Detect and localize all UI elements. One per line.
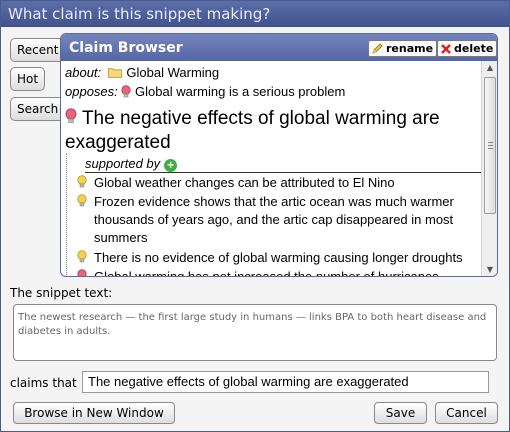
opposes-label: opposes:: [65, 84, 118, 99]
red-bulb-icon: [121, 85, 131, 98]
supporting-claim[interactable]: Global warming has not increased the num…: [77, 268, 479, 277]
supporting-claim-text: Frozen evidence shows that the artic oce…: [94, 194, 454, 245]
browse-new-window-button[interactable]: Browse in New Window: [13, 402, 175, 424]
about-topic-link[interactable]: Global Warming: [126, 65, 219, 80]
yellow-bulb-icon: [77, 194, 87, 207]
claims-that-label: claims that: [10, 376, 77, 390]
save-button[interactable]: Save: [374, 402, 427, 424]
claim-browser-panel: Claim Browser rename delete about: Globa…: [60, 33, 498, 277]
opposes-claim-link[interactable]: Global warming is a serious problem: [135, 84, 345, 99]
claim-browser-scrollbar[interactable]: ▲ ▼: [481, 61, 497, 276]
grip-icon: [488, 142, 493, 149]
supported-by-header: supported by +: [85, 156, 178, 172]
tab-recent[interactable]: Recent: [10, 38, 66, 62]
folder-icon: [107, 68, 122, 78]
rename-button[interactable]: rename: [368, 40, 438, 57]
supporting-claim[interactable]: There is no evidence of global warming c…: [77, 249, 479, 267]
rename-label: rename: [386, 42, 434, 55]
main-claim: The negative effects of global warming a…: [65, 107, 482, 155]
add-support-icon[interactable]: +: [164, 159, 178, 172]
claim-browser-title: Claim Browser: [69, 40, 183, 56]
red-bulb-icon: [77, 269, 87, 276]
claim-browser-content: about: Global Warming opposes: Global wa…: [61, 61, 482, 277]
scroll-up-icon[interactable]: ▲: [485, 64, 495, 72]
pencil-icon: [371, 42, 384, 55]
yellow-bulb-icon: [77, 250, 87, 263]
claim-dialog: What claim is this snippet making? Recen…: [0, 0, 510, 432]
tab-search[interactable]: Search: [10, 97, 66, 121]
tab-hot[interactable]: Hot: [10, 67, 46, 91]
delete-label: delete: [454, 42, 494, 55]
snippet-textarea[interactable]: The newest research — the first large st…: [13, 304, 497, 361]
snippet-label: The snippet text:: [10, 286, 113, 300]
supporting-claim-text: There is no evidence of global warming c…: [94, 250, 463, 265]
claim-browser-header: Claim Browser rename delete: [61, 34, 497, 61]
supporting-claim[interactable]: Frozen evidence shows that the artic oce…: [77, 193, 479, 247]
tree-connector: [66, 153, 67, 276]
about-row: about: Global Warming: [65, 64, 219, 81]
scrollbar-thumb[interactable]: [484, 77, 496, 214]
divider: [85, 172, 481, 173]
opposes-row: opposes: Global warming is a serious pro…: [65, 83, 345, 100]
supporting-claim-text: Global weather changes can be attributed…: [94, 175, 395, 190]
about-label: about:: [65, 65, 102, 80]
dialog-title: What claim is this snippet making?: [1, 1, 509, 27]
supporting-claim-text: Global warming has not increased the num…: [94, 269, 439, 277]
scroll-down-icon[interactable]: ▼: [485, 266, 495, 274]
delete-button[interactable]: delete: [437, 40, 497, 57]
claims-that-input[interactable]: The negative effects of global warming a…: [82, 371, 489, 393]
supported-by-label: supported by: [85, 156, 161, 171]
delete-x-icon: [440, 43, 452, 55]
supporting-claim[interactable]: Global weather changes can be attributed…: [77, 174, 479, 192]
cancel-button[interactable]: Cancel: [435, 402, 498, 424]
yellow-bulb-icon: [77, 175, 87, 188]
red-bulb-icon: [65, 108, 77, 123]
main-claim-text: The negative effects of global warming a…: [65, 108, 440, 153]
